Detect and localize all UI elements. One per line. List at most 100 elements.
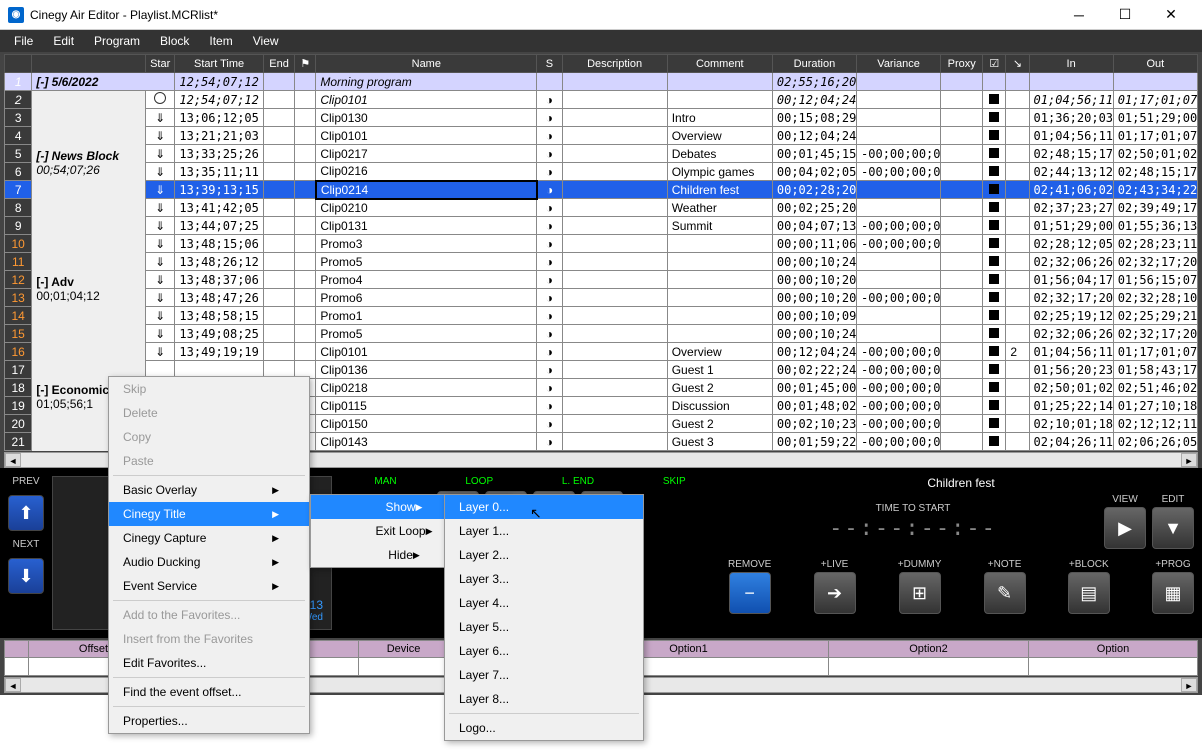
table-row[interactable]: 12⇓13;48;37;06Promo4◑00;00;10;2001;56;04…: [5, 271, 1198, 289]
table-row[interactable]: 3⇓13;06;12;05Clip0130◑Intro00;15;08;2901…: [5, 109, 1198, 127]
col-s[interactable]: S: [537, 55, 562, 73]
menu-item-delete[interactable]: Delete: [109, 401, 309, 425]
menu-item-copy[interactable]: Copy: [109, 425, 309, 449]
col-flag[interactable]: ⚑: [295, 55, 316, 73]
col-duration[interactable]: Duration: [772, 55, 856, 73]
edit-button[interactable]: ▼: [1152, 507, 1194, 549]
col-out[interactable]: Out: [1113, 55, 1197, 73]
table-row[interactable]: 10[-] Adv00;01;04;12⇓13;48;15;06Promo3◑0…: [5, 235, 1198, 253]
status-icon: ◑: [537, 163, 562, 181]
col-start[interactable]: Start Time: [175, 55, 263, 73]
live-label: +LIVE: [821, 559, 849, 570]
menubar: File Edit Program Block Item View: [0, 30, 1202, 52]
star-icon: ⇓: [145, 289, 174, 307]
ev-col-num[interactable]: [5, 641, 29, 658]
menu-item-layer-8-[interactable]: Layer 8...: [445, 687, 643, 711]
status-icon: ◑: [537, 379, 562, 397]
menu-item-layer-7-[interactable]: Layer 7...: [445, 663, 643, 687]
scroll-right-button[interactable]: ►: [1181, 453, 1197, 467]
note-button[interactable]: ✎: [984, 572, 1026, 614]
menu-item-layer-4-[interactable]: Layer 4...: [445, 591, 643, 615]
table-row[interactable]: 7⇓13;39;13;15Clip0214◑Children fest00;02…: [5, 181, 1198, 199]
table-row[interactable]: 15⇓13;49;08;25Promo5◑00;00;10;2402;32;06…: [5, 325, 1198, 343]
star-icon: ⇓: [145, 199, 174, 217]
menu-view[interactable]: View: [243, 34, 289, 48]
menu-item-insert-from-the-favorites[interactable]: Insert from the Favorites: [109, 627, 309, 651]
table-row[interactable]: 8⇓13;41;42;05Clip0210◑Weather00;02;25;20…: [5, 199, 1198, 217]
table-row[interactable]: 9⇓13;44;07;25Clip0131◑Summit00;04;07;13-…: [5, 217, 1198, 235]
live-button[interactable]: ➔: [814, 572, 856, 614]
col-proxy[interactable]: Proxy: [941, 55, 983, 73]
menu-item-add-to-the-favorites-[interactable]: Add to the Favorites...: [109, 603, 309, 627]
submenu-show[interactable]: Layer 0...Layer 1...Layer 2...Layer 3...…: [444, 494, 644, 741]
menu-item-paste[interactable]: Paste: [109, 449, 309, 473]
block-button[interactable]: ▤: [1068, 572, 1110, 614]
menu-block[interactable]: Block: [150, 34, 199, 48]
col-star[interactable]: Star: [145, 55, 174, 73]
tts-label: TIME TO START: [876, 503, 951, 514]
prev-button[interactable]: ⬆: [8, 495, 44, 531]
check-icon: [983, 127, 1006, 145]
dummy-button[interactable]: ⊞: [899, 572, 941, 614]
col-description[interactable]: Description: [562, 55, 667, 73]
col-name[interactable]: Name: [316, 55, 537, 73]
col-end[interactable]: End: [263, 55, 295, 73]
maximize-button[interactable]: ☐: [1102, 0, 1148, 30]
menu-file[interactable]: File: [4, 34, 43, 48]
remove-button[interactable]: −: [729, 572, 771, 614]
menu-item-find-the-event-offset-[interactable]: Find the event offset...: [109, 680, 309, 704]
table-row[interactable]: 4⇓13;21;21;03Clip0101◑Overview00;12;04;2…: [5, 127, 1198, 145]
menu-item-layer-2-[interactable]: Layer 2...: [445, 543, 643, 567]
menu-item-cinegy-capture[interactable]: Cinegy Capture▶: [109, 526, 309, 550]
ev-col-device[interactable]: Device: [359, 641, 449, 658]
menu-item-cinegy-title[interactable]: Cinegy Title▶: [109, 502, 309, 526]
menu-edit[interactable]: Edit: [43, 34, 84, 48]
table-row[interactable]: 16[-] Economics block01;05;56;1⇓13;49;19…: [5, 343, 1198, 361]
menu-item-skip[interactable]: Skip: [109, 377, 309, 401]
tts-value: --:--:--:--: [829, 516, 997, 541]
prog-button[interactable]: ▦: [1152, 572, 1194, 614]
table-row[interactable]: 5⇓13;33;25;26Clip0217◑Debates00;01;45;15…: [5, 145, 1198, 163]
menu-item-layer-0-[interactable]: Layer 0...: [445, 495, 643, 519]
col-variance[interactable]: Variance: [857, 55, 941, 73]
menu-item-event-service[interactable]: Event Service▶: [109, 574, 309, 598]
star-icon: ⇓: [145, 217, 174, 235]
menu-item-audio-ducking[interactable]: Audio Ducking▶: [109, 550, 309, 574]
next-button[interactable]: ⬇: [8, 558, 44, 594]
col-check[interactable]: ☑: [983, 55, 1006, 73]
status-icon: ◑: [537, 415, 562, 433]
view-button[interactable]: ▶: [1104, 507, 1146, 549]
minimize-button[interactable]: ─: [1056, 0, 1102, 30]
table-row[interactable]: 6⇓13;35;11;11Clip0216◑Olympic games00;04…: [5, 163, 1198, 181]
col-comment[interactable]: Comment: [667, 55, 772, 73]
event-scroll-right[interactable]: ►: [1181, 678, 1197, 692]
menu-item-logo-[interactable]: Logo...: [445, 716, 643, 740]
menu-item-basic-overlay[interactable]: Basic Overlay▶: [109, 478, 309, 502]
ev-col-option2[interactable]: Option2: [829, 641, 1029, 658]
menu-item-layer-6-[interactable]: Layer 6...: [445, 639, 643, 663]
menu-item[interactable]: Item: [199, 34, 242, 48]
event-scroll-left[interactable]: ◄: [5, 678, 21, 692]
menu-item-properties-[interactable]: Properties...: [109, 709, 309, 733]
table-row[interactable]: 14⇓13;48;58;15Promo1◑00;00;10;0902;25;19…: [5, 307, 1198, 325]
context-menu[interactable]: SkipDeleteCopyPaste Basic Overlay▶Cinegy…: [108, 376, 310, 734]
menu-item-layer-5-[interactable]: Layer 5...: [445, 615, 643, 639]
col-arrow[interactable]: ↘: [1006, 55, 1029, 73]
menu-item-layer-1-[interactable]: Layer 1...: [445, 519, 643, 543]
scroll-left-button[interactable]: ◄: [5, 453, 21, 467]
menu-item-layer-3-[interactable]: Layer 3...: [445, 567, 643, 591]
check-icon: [983, 415, 1006, 433]
date-row[interactable]: 1[-] 5/6/202212;54;07;12Morning program0…: [5, 73, 1198, 91]
titlebar: ◉ Cinegy Air Editor - Playlist.MCRlist* …: [0, 0, 1202, 30]
table-row[interactable]: 11⇓13;48;26;12Promo5◑00;00;10;2402;32;06…: [5, 253, 1198, 271]
check-icon: [983, 343, 1006, 361]
table-row[interactable]: 13⇓13;48;47;26Promo6◑00;00;10;20-00;00;0…: [5, 289, 1198, 307]
table-row[interactable]: 2[-] News Block00;54;07;2612;54;07;12Cli…: [5, 91, 1198, 109]
menu-item-edit-favorites-[interactable]: Edit Favorites...: [109, 651, 309, 675]
col-in[interactable]: In: [1029, 55, 1113, 73]
col-block[interactable]: [32, 55, 146, 73]
col-rownum[interactable]: [5, 55, 32, 73]
close-button[interactable]: ✕: [1148, 0, 1194, 30]
menu-program[interactable]: Program: [84, 34, 150, 48]
ev-col-option[interactable]: Option: [1029, 641, 1198, 658]
